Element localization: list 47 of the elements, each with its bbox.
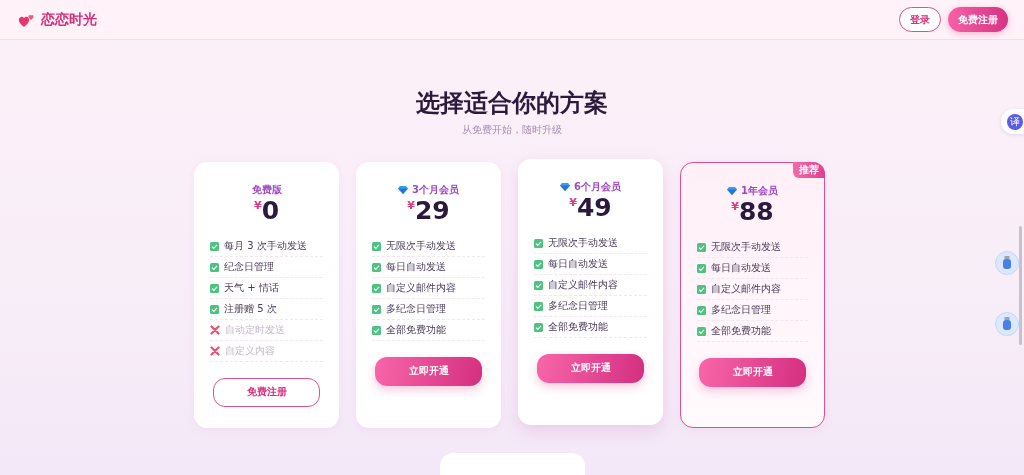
- subscribe-button[interactable]: 立即开通: [699, 358, 806, 387]
- feature-text: 注册赠 5 次: [224, 302, 277, 316]
- plan-price: 49: [576, 193, 612, 223]
- plan-name: 3个月会员: [412, 182, 459, 197]
- register-button[interactable]: 免费注册: [948, 7, 1008, 32]
- currency-symbol: ¥: [731, 200, 739, 213]
- feature-text: 自定义邮件内容: [711, 282, 781, 296]
- plan-price: 29: [414, 196, 450, 226]
- subscribe-button[interactable]: 立即开通: [537, 354, 644, 383]
- feature-text: 自定义邮件内容: [548, 278, 618, 292]
- translate-button[interactable]: 译: [1001, 109, 1024, 134]
- scrollbar[interactable]: [1019, 226, 1022, 345]
- login-button[interactable]: 登录: [899, 7, 941, 32]
- feature-text: 天气 + 情话: [224, 281, 279, 295]
- plan-price: 88: [738, 197, 774, 227]
- feature-text: 每月 3 次手动发送: [224, 239, 307, 253]
- subscribe-button[interactable]: 立即开通: [375, 357, 482, 386]
- feature-text: 多纪念日管理: [386, 302, 446, 316]
- plan-name: 1年会员: [741, 183, 778, 198]
- feature-text: 自定义邮件内容: [386, 281, 456, 295]
- brand-name: 恋恋时光: [41, 10, 97, 29]
- usb-icon[interactable]: [995, 251, 1019, 275]
- page-title: 选择适合你的方案: [415, 88, 609, 118]
- feature-text: 纪念日管理: [224, 260, 274, 274]
- feature-text: 无限次手动发送: [711, 240, 781, 254]
- feature-text: 全部免费功能: [711, 324, 771, 338]
- plan-name: 免费版: [251, 182, 282, 197]
- usb-icon[interactable]: [995, 312, 1019, 336]
- feature-text: 每日自动发送: [548, 257, 608, 271]
- feature-text: 自定义内容: [225, 344, 275, 358]
- feature-text: 每日自动发送: [711, 261, 771, 275]
- recommended-badge: 推荐: [793, 162, 825, 178]
- currency-symbol: ¥: [407, 199, 415, 212]
- register-button[interactable]: 免费注册: [213, 378, 320, 407]
- feature-text: 每日自动发送: [386, 260, 446, 274]
- currency-symbol: ¥: [253, 199, 262, 212]
- page-subtitle: 从免费开始，随时升级: [461, 123, 563, 137]
- plan-name: 6个月会员: [574, 179, 621, 194]
- feature-text: 全部免费功能: [386, 323, 446, 337]
- feature-text: 无限次手动发送: [548, 236, 618, 250]
- currency-symbol: ¥: [569, 196, 577, 209]
- feature-text: 多纪念日管理: [548, 299, 608, 313]
- feature-text: 无限次手动发送: [386, 239, 456, 253]
- feature-text: 全部免费功能: [548, 320, 608, 334]
- feature-text: 多纪念日管理: [711, 303, 771, 317]
- plan-price: 0: [261, 196, 280, 226]
- feature-text: 自动定时发送: [225, 323, 285, 337]
